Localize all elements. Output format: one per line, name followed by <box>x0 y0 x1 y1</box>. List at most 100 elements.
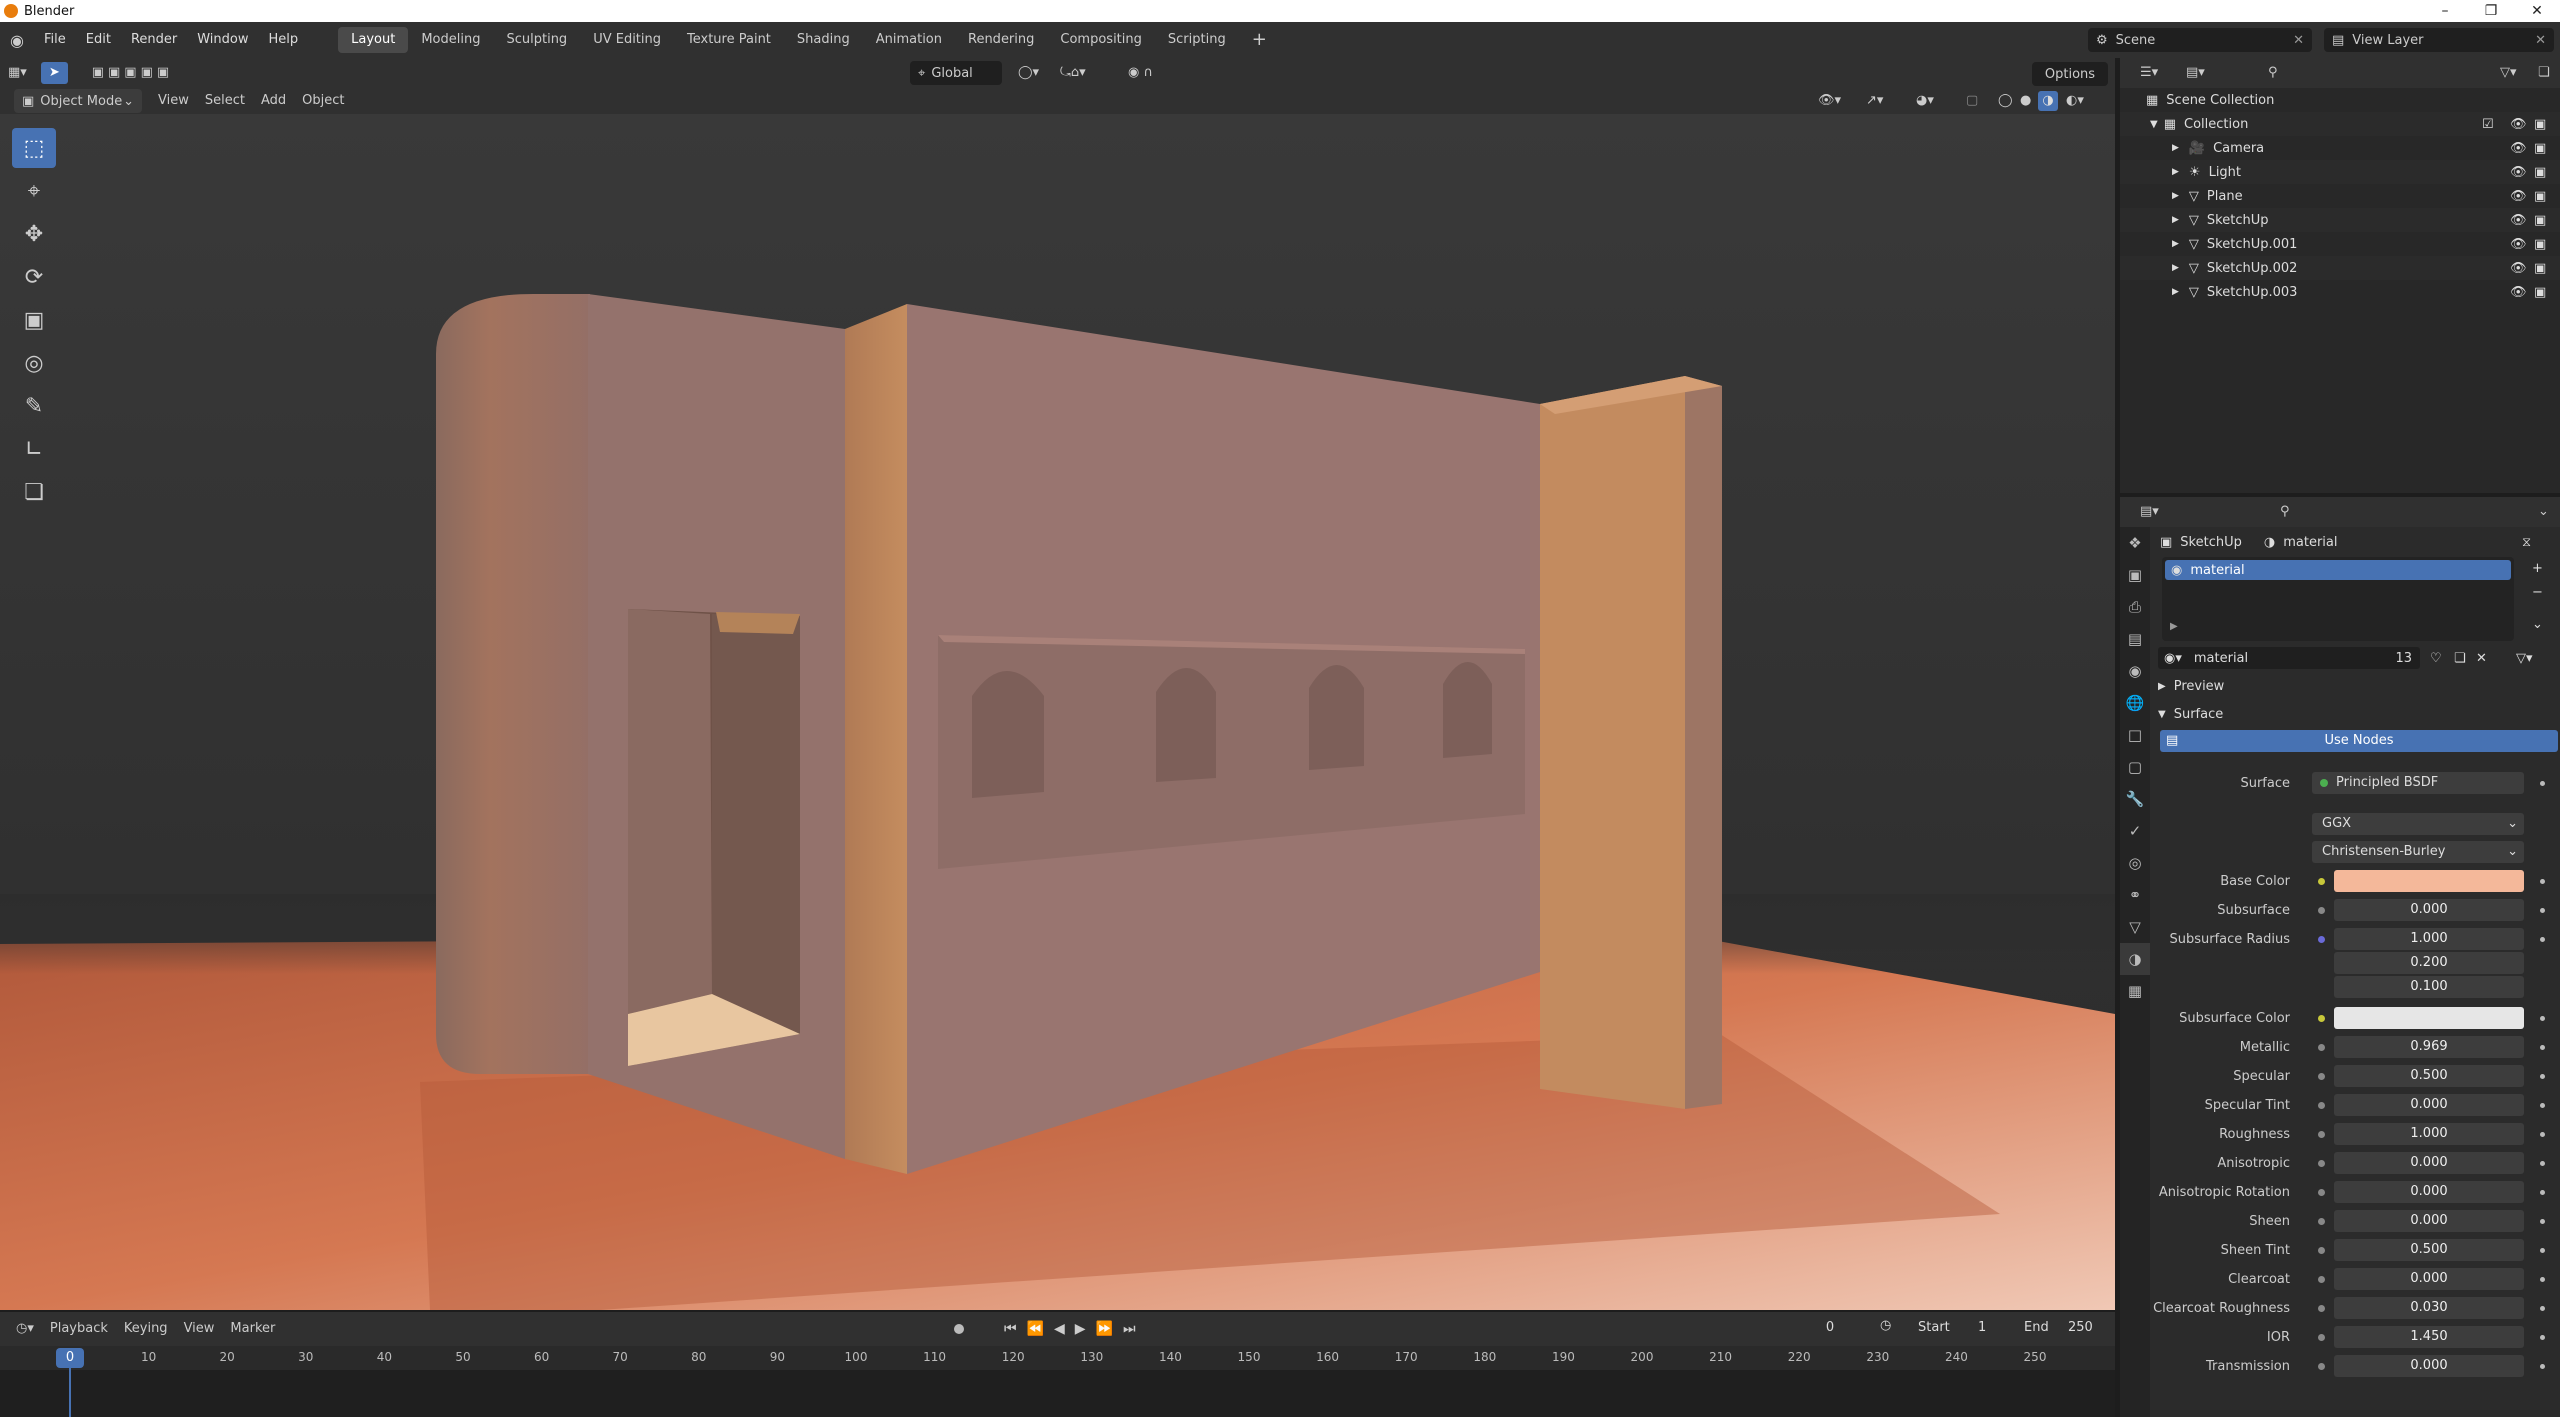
outliner-item[interactable]: ▶ ☀ Light 👁 ▣ <box>2120 160 2560 184</box>
outliner-collection[interactable]: ▼ ▦ Collection ☑ 👁 ▣ <box>2120 112 2560 136</box>
playback-controls-icon[interactable]: ⏮⏪◀▶⏩⏭ <box>996 1318 1154 1340</box>
eye-icon[interactable]: 👁 <box>2510 117 2527 132</box>
link-icon[interactable]: ▽▾ <box>2516 651 2533 666</box>
eye-icon[interactable]: 👁 <box>2510 285 2527 300</box>
editor-type-icon[interactable]: ▦▾ <box>0 62 35 84</box>
eye-icon[interactable]: 👁 <box>2510 189 2527 204</box>
property-field[interactable]: 0.030 <box>2334 1297 2524 1319</box>
camera-render-icon[interactable]: ▣ <box>2534 141 2546 156</box>
eye-icon[interactable]: 👁 <box>2510 141 2527 156</box>
outliner-item[interactable]: ▶ ▽ Plane 👁 ▣ <box>2120 184 2560 208</box>
selection-modes-icon[interactable]: ▣▣▣▣▣ <box>84 62 181 84</box>
scene-selector[interactable]: ⚙ Scene ✕ <box>2088 28 2312 52</box>
material-shading-icon[interactable]: ◑ <box>2038 91 2058 111</box>
options-dropdown[interactable]: Options <box>2032 62 2108 86</box>
surface-panel-header[interactable]: ▼ Surface <box>2150 701 2560 727</box>
transform-orientation-dropdown[interactable]: ⌖ Global <box>910 61 1002 85</box>
rendered-shading-icon[interactable]: ◐▾ <box>2058 90 2092 112</box>
record-icon[interactable] <box>954 1324 964 1334</box>
expand-icon[interactable]: ▶ <box>2172 167 2179 177</box>
scene-tab-icon[interactable]: ◉ <box>2120 655 2150 687</box>
user-count[interactable]: 13 <box>2395 651 2412 666</box>
expand-icon[interactable]: ▶ <box>2172 143 2179 153</box>
properties-search-icon[interactable]: ⚲ <box>2272 501 2298 523</box>
close-window-button[interactable]: ✕ <box>2514 0 2560 22</box>
tab-modeling[interactable]: Modeling <box>408 27 493 53</box>
gizmo-icon[interactable]: ↗▾ <box>1858 90 1891 112</box>
subsurface-field[interactable]: 0.000 <box>2334 899 2524 921</box>
annotate-icon[interactable]: ✎ <box>12 386 56 426</box>
menu-view[interactable]: View <box>150 90 197 112</box>
scene-close-icon[interactable]: ✕ <box>2293 33 2304 48</box>
solid-shading-icon[interactable]: ● <box>2012 90 2039 112</box>
use-nodes-button[interactable]: ▤ Use Nodes <box>2160 730 2558 752</box>
outliner-search-icon[interactable]: ⚲ <box>2260 62 2286 84</box>
property-field[interactable]: 1.450 <box>2334 1326 2524 1348</box>
tool-tab-icon[interactable]: ❖ <box>2120 527 2150 559</box>
subsurface-radius-z[interactable]: 0.100 <box>2334 976 2524 998</box>
cursor-icon[interactable]: ⌖ <box>12 171 56 211</box>
menu-help[interactable]: Help <box>259 22 309 58</box>
measure-icon[interactable]: ∟ <box>12 429 56 469</box>
playhead[interactable]: 0 <box>56 1348 84 1368</box>
subsurface-radius-x[interactable]: 1.000 <box>2334 928 2524 950</box>
collection-checkbox-icon[interactable]: ☑ <box>2482 117 2494 132</box>
add-slot-icon[interactable]: + <box>2532 561 2543 576</box>
outliner-item[interactable]: ▶ ▽ SketchUp 👁 ▣ <box>2120 208 2560 232</box>
property-field[interactable]: 0.000 <box>2334 1355 2524 1377</box>
view-layer-close-icon[interactable]: ✕ <box>2535 33 2546 48</box>
property-field[interactable]: 0.000 <box>2334 1152 2524 1174</box>
keyframe-dot[interactable] <box>2540 1306 2545 1311</box>
display-mode-icon[interactable]: ▤▾ <box>2178 62 2213 84</box>
camera-render-icon[interactable]: ▣ <box>2534 117 2546 132</box>
tab-compositing[interactable]: Compositing <box>1047 27 1155 53</box>
keyframe-dot[interactable] <box>2540 1335 2545 1340</box>
keyframe-dot[interactable] <box>2540 1364 2545 1369</box>
keyframe-dot[interactable] <box>2540 1277 2545 1282</box>
pivot-point-icon[interactable]: ◯▾ <box>1010 62 1047 84</box>
maximize-button[interactable]: ❐ <box>2468 0 2514 22</box>
filter-icon[interactable]: ▽▾ <box>2492 62 2525 84</box>
keyframe-dot[interactable] <box>2540 1132 2545 1137</box>
keyframe-dot[interactable] <box>2540 937 2545 942</box>
keyframe-dot[interactable] <box>2540 1045 2545 1050</box>
world-tab-icon[interactable]: 🌐 <box>2120 687 2150 719</box>
select-mode-icon[interactable]: ➤ <box>40 62 68 84</box>
keyframe-dot[interactable] <box>2540 908 2545 913</box>
rotate-icon[interactable]: ⟳ <box>12 257 56 297</box>
add-cube-icon[interactable]: ❏ <box>12 472 56 512</box>
proportional-edit-icon[interactable]: ◉ ∩ <box>1120 62 1161 84</box>
expand-list-icon[interactable]: ▶ <box>2170 621 2178 632</box>
physics-tab-icon[interactable]: ◎ <box>2120 847 2150 879</box>
keyframe-dot[interactable] <box>2540 781 2545 786</box>
blender-menu-icon[interactable]: ◉ <box>0 31 34 50</box>
menu-object[interactable]: Object <box>294 90 352 112</box>
tab-shading[interactable]: Shading <box>784 27 863 53</box>
browse-material-icon[interactable]: ◉▾ <box>2164 651 2182 666</box>
keyframe-dot[interactable] <box>2540 1190 2545 1195</box>
collection-tab-icon[interactable]: □ <box>2120 719 2150 751</box>
property-field[interactable]: 0.000 <box>2334 1094 2524 1116</box>
subsurface-method-dropdown[interactable]: Christensen-Burley ⌄ <box>2312 841 2524 863</box>
object-mode-dropdown[interactable]: ▣ Object Mode ⌄ <box>14 89 142 113</box>
material-tab-icon[interactable]: ◑ <box>2120 943 2150 975</box>
move-icon[interactable]: ✥ <box>12 214 56 254</box>
camera-render-icon[interactable]: ▣ <box>2534 285 2546 300</box>
output-tab-icon[interactable]: ⎙ <box>2120 591 2150 623</box>
keyframe-dot[interactable] <box>2540 879 2545 884</box>
remove-slot-icon[interactable]: − <box>2532 585 2543 600</box>
outliner-item[interactable]: ▶ ▽ SketchUp.001 👁 ▣ <box>2120 232 2560 256</box>
base-color-swatch[interactable] <box>2334 870 2524 892</box>
property-field[interactable]: 0.969 <box>2334 1036 2524 1058</box>
material-slot-list[interactable]: ◉ material ▶ <box>2162 557 2514 641</box>
property-field[interactable]: 1.000 <box>2334 1123 2524 1145</box>
3d-viewport[interactable] <box>0 114 2115 1310</box>
menu-playback[interactable]: Playback <box>42 1318 116 1340</box>
expand-icon[interactable]: ▶ <box>2172 287 2179 297</box>
expand-icon[interactable]: ▼ <box>2150 119 2158 130</box>
pin-icon[interactable]: ⧖ <box>2522 535 2531 550</box>
particles-tab-icon[interactable]: ✓ <box>2120 815 2150 847</box>
current-frame[interactable]: 0 <box>1820 1320 1840 1335</box>
surface-shader-selector[interactable]: Principled BSDF <box>2312 772 2524 794</box>
keyframe-dot[interactable] <box>2540 1016 2545 1021</box>
